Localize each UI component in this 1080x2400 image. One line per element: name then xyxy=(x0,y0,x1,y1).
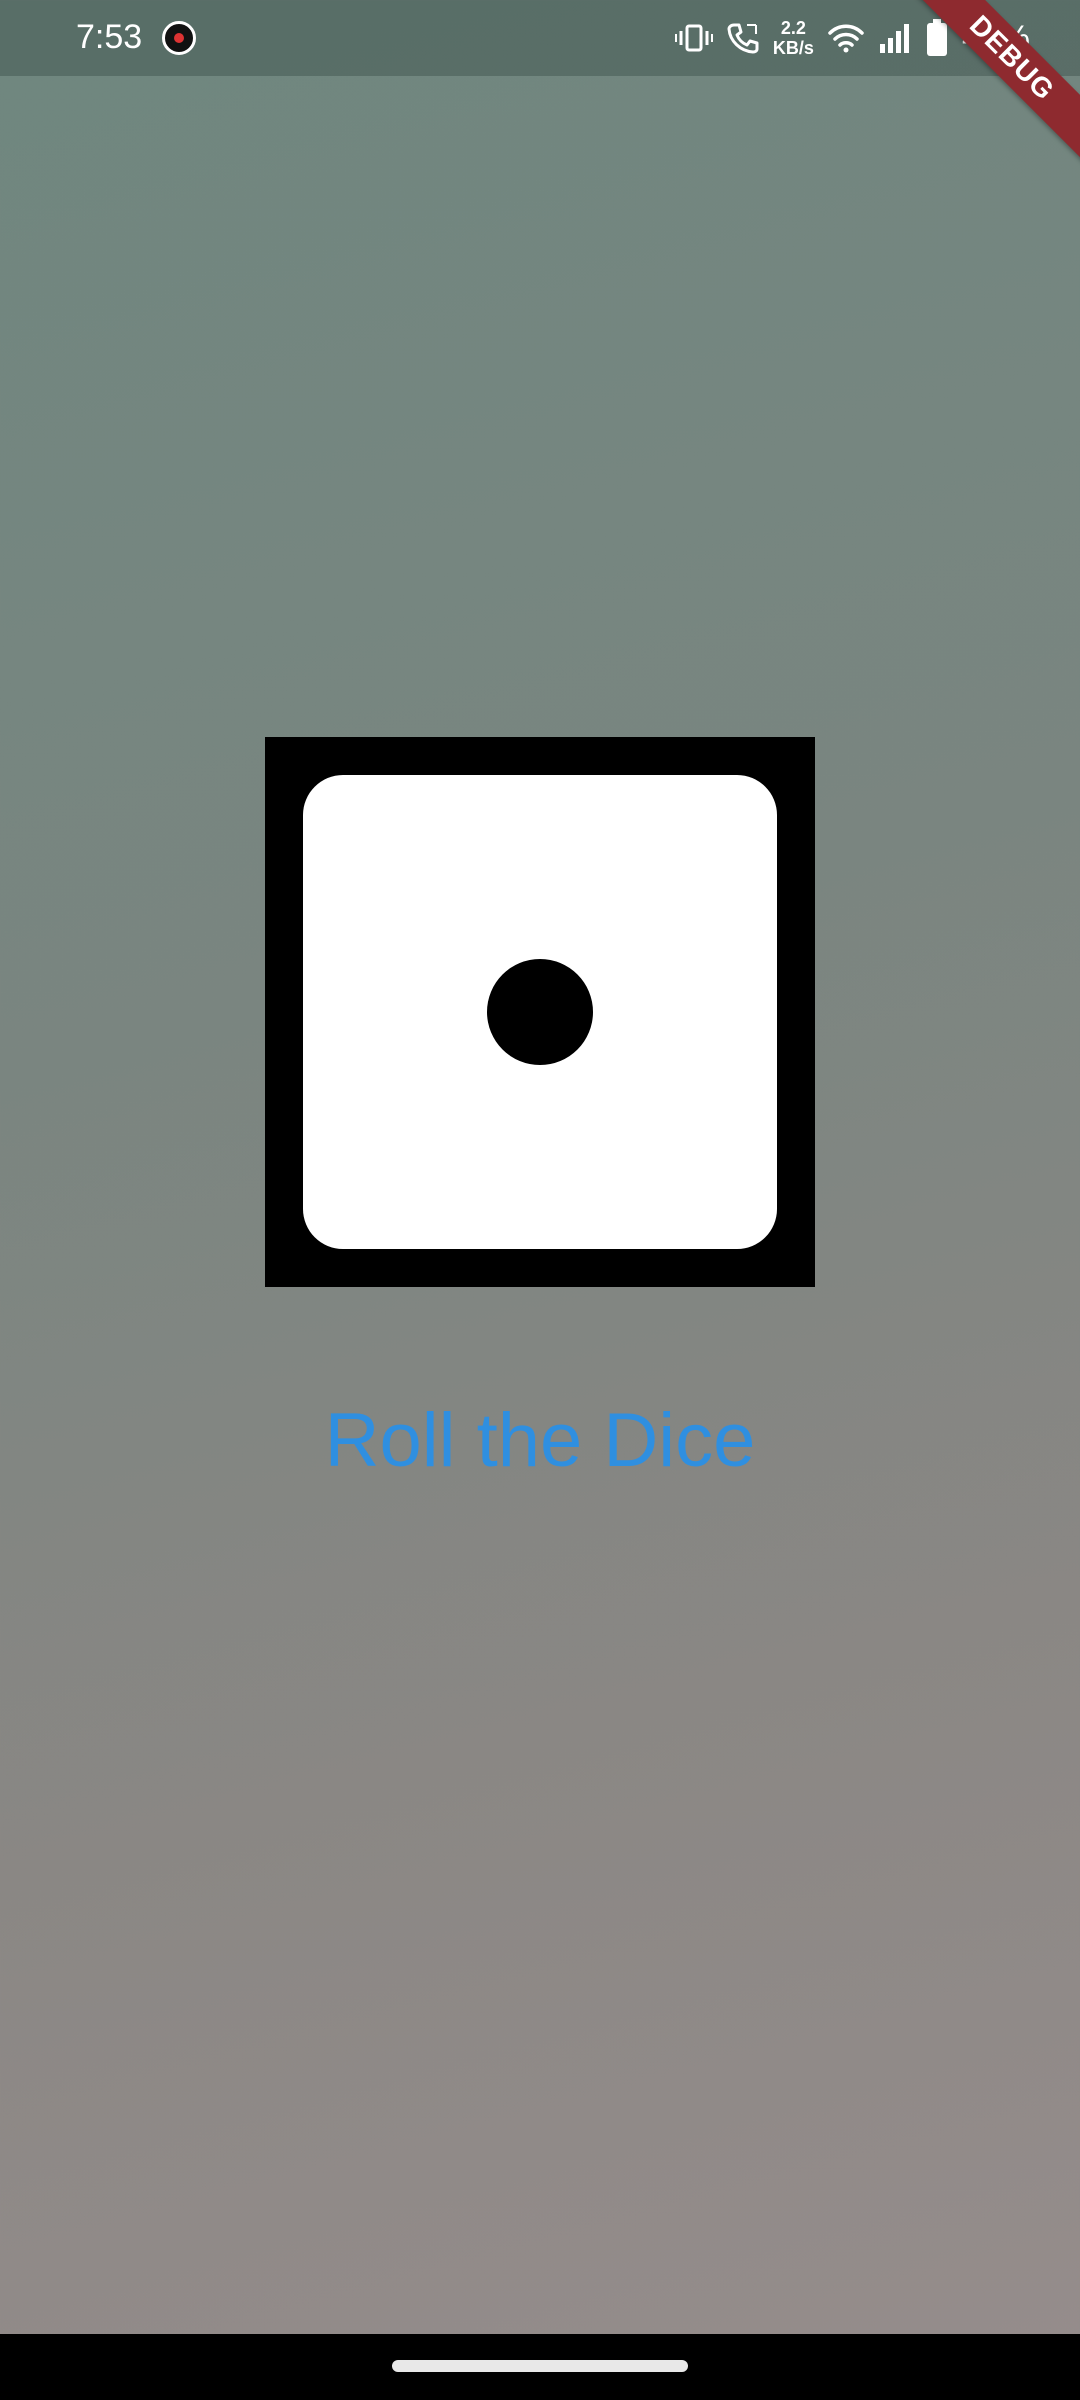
home-gesture-handle[interactable] xyxy=(392,2360,688,2372)
vibrate-icon xyxy=(674,23,713,53)
roll-dice-button[interactable]: Roll the Dice xyxy=(240,1390,840,1490)
dice-image-button[interactable] xyxy=(265,737,815,1287)
dice-pip xyxy=(487,959,593,1065)
app-notification-icon xyxy=(162,21,196,55)
status-bar: 7:53 2.2 KB/s xyxy=(0,0,1080,76)
signal-icon xyxy=(878,22,912,54)
net-speed-unit: KB/s xyxy=(772,38,814,58)
status-time: 7:53 xyxy=(76,18,143,56)
call-icon xyxy=(727,22,759,54)
navigation-bar xyxy=(0,2334,1080,2400)
battery-icon xyxy=(926,19,948,57)
wifi-icon xyxy=(828,23,864,53)
network-speed: 2.2 KB/s xyxy=(773,18,814,58)
net-speed-value: 2.2 xyxy=(780,18,806,38)
dice-face xyxy=(303,775,777,1249)
